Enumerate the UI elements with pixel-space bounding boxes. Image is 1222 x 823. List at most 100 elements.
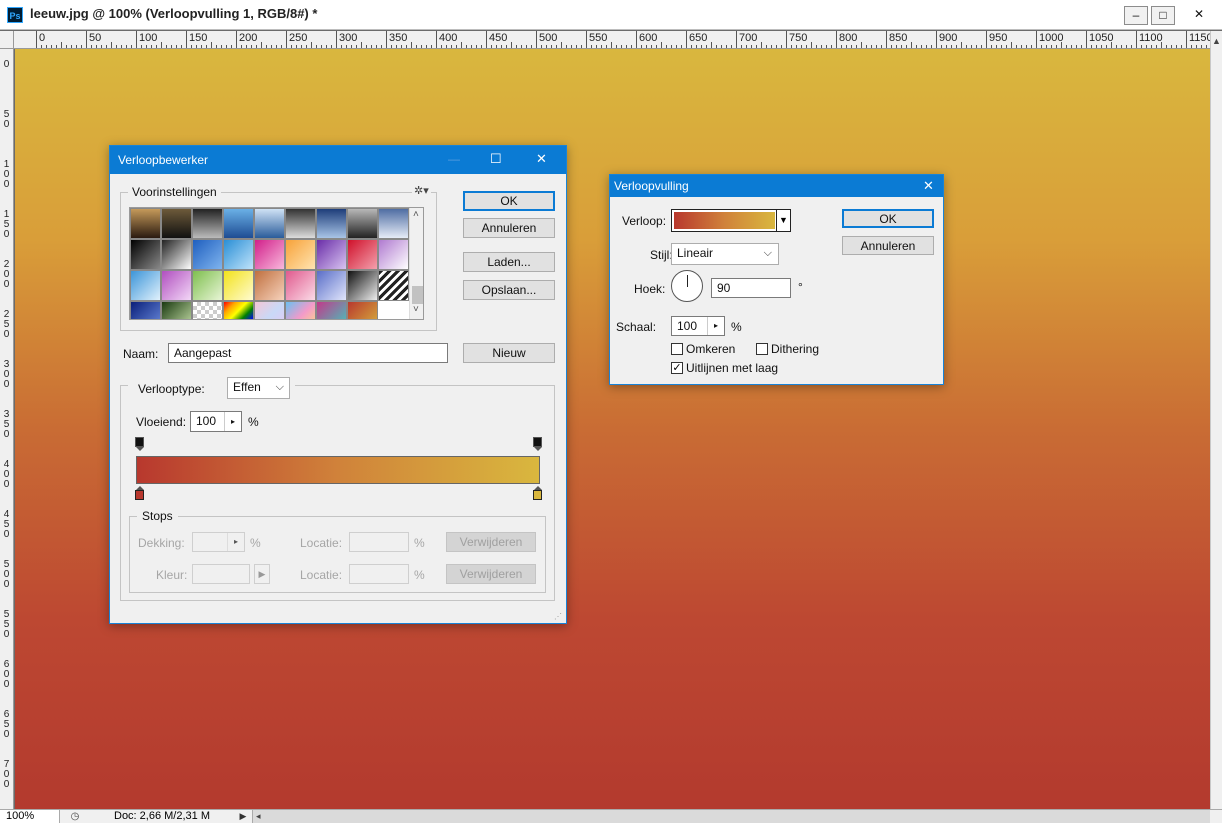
presets-gear-icon[interactable]: ✲▾: [412, 184, 431, 197]
preset-swatch[interactable]: [192, 270, 223, 301]
opacity-stop-right[interactable]: [533, 437, 542, 451]
preset-swatch[interactable]: [316, 239, 347, 270]
style-select[interactable]: Lineair ⌵: [671, 243, 779, 265]
align-checkbox[interactable]: ✓: [671, 362, 683, 374]
delete-opacity-stop-button[interactable]: Verwijderen: [446, 532, 536, 552]
color-stop-left[interactable]: [135, 486, 144, 500]
preset-swatch[interactable]: [130, 208, 161, 239]
status-menu-arrow-icon[interactable]: ▶: [236, 811, 250, 822]
preset-swatch[interactable]: [130, 239, 161, 270]
zoom-level-field[interactable]: 100%: [0, 810, 60, 823]
preset-swatch[interactable]: [192, 301, 223, 319]
preset-swatch[interactable]: [378, 270, 409, 301]
preset-swatch[interactable]: [130, 301, 161, 319]
name-input[interactable]: Aangepast: [168, 343, 448, 363]
opacity-arrow-icon[interactable]: ▸: [227, 533, 244, 551]
close-button[interactable]: ✕: [1182, 6, 1216, 25]
preset-swatch[interactable]: [347, 270, 378, 301]
preset-swatch[interactable]: [254, 239, 285, 270]
reverse-checkbox[interactable]: [671, 343, 683, 355]
maximize-button[interactable]: □: [1151, 6, 1175, 25]
save-button[interactable]: Opslaan...: [463, 280, 555, 300]
ruler-label: 850: [889, 32, 908, 44]
horizontal-ruler[interactable]: 0 50 100 150 200 250 300 350 400 450 500 550 600 650 7…: [14, 31, 1210, 49]
preset-swatch[interactable]: [254, 208, 285, 239]
fill-ok-button[interactable]: OK: [842, 209, 934, 228]
new-button[interactable]: Nieuw: [463, 343, 555, 363]
document-size-info[interactable]: Doc: 2,66 M/2,31 M: [114, 810, 210, 823]
load-button[interactable]: Laden...: [463, 252, 555, 272]
preset-swatch[interactable]: [161, 208, 192, 239]
ruler-minor-tick: [696, 45, 697, 48]
timer-icon[interactable]: ◷: [62, 810, 88, 823]
color-menu-arrow-icon[interactable]: ▶: [254, 564, 270, 584]
vertical-ruler[interactable]: 0 50 100 150 200 250 300 350 400 450 500 550 600 650 7…: [0, 49, 14, 809]
delete-color-stop-button[interactable]: Verwijderen: [446, 564, 536, 584]
preset-swatch[interactable]: [285, 208, 316, 239]
preset-swatch[interactable]: [378, 239, 409, 270]
scroll-up-icon[interactable]: ˄: [413, 209, 419, 220]
preset-swatch[interactable]: [161, 270, 192, 301]
smoothness-arrow-icon[interactable]: ▸: [224, 412, 241, 431]
preset-swatch[interactable]: [378, 208, 409, 239]
opacity-location-input[interactable]: [349, 532, 409, 552]
preset-swatch[interactable]: [285, 301, 316, 319]
preset-swatch[interactable]: [161, 239, 192, 270]
minimize-button[interactable]: –: [1124, 6, 1148, 25]
scroll-left-icon[interactable]: ◂: [256, 810, 261, 823]
ruler-minor-tick: [421, 45, 422, 48]
editor-ok-button[interactable]: OK: [463, 191, 555, 211]
fill-cancel-button[interactable]: Annuleren: [842, 236, 934, 255]
preset-swatch[interactable]: [223, 301, 254, 319]
preset-swatch[interactable]: [192, 239, 223, 270]
preset-swatch[interactable]: [161, 301, 192, 319]
scale-input[interactable]: 100 ▸: [671, 316, 725, 336]
ruler-major-tick: [636, 31, 637, 48]
preset-swatch[interactable]: [192, 208, 223, 239]
ruler-corner[interactable]: [0, 31, 14, 49]
preset-swatch[interactable]: [347, 239, 378, 270]
scroll-up-icon[interactable]: ▲: [1212, 36, 1221, 46]
gradient-preview-bar[interactable]: [136, 456, 540, 484]
smoothness-input[interactable]: 100 ▸: [190, 411, 242, 432]
preset-swatch[interactable]: [347, 208, 378, 239]
scale-arrow-icon[interactable]: ▸: [707, 317, 724, 335]
opacity-stop-left[interactable]: [135, 437, 144, 451]
presets-grid[interactable]: ˄ ˅: [129, 207, 424, 320]
angle-dial[interactable]: [671, 270, 703, 302]
gradient-editor-close-icon[interactable]: ✕: [536, 151, 547, 167]
preset-swatch[interactable]: [316, 208, 347, 239]
preset-swatch[interactable]: [347, 301, 378, 319]
vertical-scrollbar[interactable]: ▲: [1210, 31, 1222, 809]
color-stop-right[interactable]: [533, 486, 542, 500]
resize-grip-icon[interactable]: ⋰: [554, 612, 562, 621]
preset-swatch[interactable]: [223, 239, 254, 270]
preset-swatch[interactable]: [285, 239, 316, 270]
preset-swatch[interactable]: [316, 301, 347, 319]
fill-gradient-picker[interactable]: ▼: [671, 209, 791, 232]
ruler-minor-tick: [396, 45, 397, 48]
gradient-fill-close-icon[interactable]: ✕: [923, 178, 934, 194]
gradient-editor-maximize-icon[interactable]: ☐: [490, 151, 502, 167]
fill-gradient-swatch[interactable]: [674, 212, 775, 229]
horizontal-scrollbar[interactable]: ◂: [252, 810, 1210, 823]
ruler-minor-tick: [1176, 45, 1177, 48]
preset-swatch[interactable]: [223, 270, 254, 301]
scroll-down-icon[interactable]: ˅: [413, 304, 419, 315]
preset-swatch[interactable]: [223, 208, 254, 239]
scroll-thumb[interactable]: [412, 286, 423, 304]
angle-input[interactable]: 90: [711, 278, 791, 298]
editor-cancel-button[interactable]: Annuleren: [463, 218, 555, 238]
opacity-input[interactable]: ▸: [192, 532, 245, 552]
gradient-dropdown-arrow-icon[interactable]: ▼: [776, 210, 790, 231]
preset-swatch[interactable]: [316, 270, 347, 301]
preset-swatch[interactable]: [254, 270, 285, 301]
preset-swatch[interactable]: [130, 270, 161, 301]
color-location-input[interactable]: [349, 564, 409, 584]
color-swatch-field[interactable]: [192, 564, 250, 584]
dither-checkbox[interactable]: [756, 343, 768, 355]
preset-swatch[interactable]: [254, 301, 285, 319]
presets-scrollbar[interactable]: ˄ ˅: [409, 208, 423, 319]
preset-swatch[interactable]: [285, 270, 316, 301]
gradient-type-select[interactable]: Effen ⌵: [227, 377, 290, 399]
